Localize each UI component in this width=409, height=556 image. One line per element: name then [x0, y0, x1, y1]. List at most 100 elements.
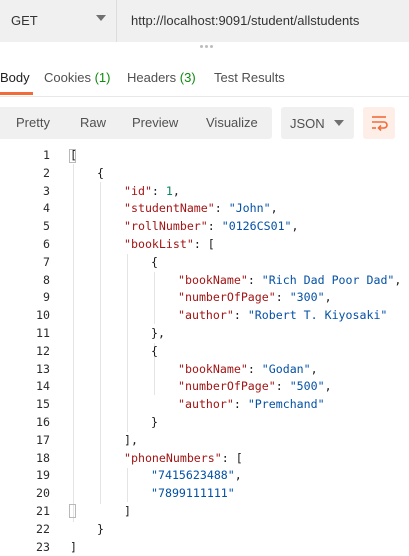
code-line: 13 "bookName": "Godan",: [0, 361, 409, 379]
code-text: {: [97, 165, 104, 183]
line-number: 21: [36, 504, 50, 518]
tab-label: Body: [0, 70, 30, 85]
json-punctuation: ,: [324, 379, 332, 394]
code-text: "bookName": "Godan",: [178, 361, 318, 379]
code-text: "studentName": "John",: [124, 200, 278, 218]
view-visualize-button[interactable]: Visualize: [206, 107, 258, 139]
code-text: "bookList": [: [124, 236, 215, 254]
line-number: 5: [43, 219, 50, 234]
line-number: 7: [43, 254, 50, 269]
wrap-lines-button[interactable]: [363, 107, 395, 139]
json-punctuation: {: [151, 254, 158, 269]
code-line: 14 "numberOfPage": "500",: [0, 378, 409, 396]
code-line: 5 "rollNumber": "0126CS01",: [0, 218, 409, 236]
code-line: 1[: [0, 147, 409, 165]
code-text: {: [151, 343, 158, 361]
json-punctuation: :: [247, 272, 262, 287]
json-punctuation: ]: [70, 539, 77, 554]
response-body-viewer[interactable]: 1[2{3 "id": 1, 4 "studentName": "John", 5 "ro…: [0, 147, 409, 554]
json-punctuation: :: [233, 397, 248, 412]
json-punctuation: :: [214, 201, 229, 216]
json-punctuation: [: [70, 148, 77, 162]
json-punctuation: ,: [172, 183, 180, 198]
code-text: },: [151, 325, 165, 343]
url-input[interactable]: http://localhost:9091/student/allstudent…: [117, 0, 409, 42]
json-key: "bookName": [178, 361, 248, 376]
json-punctuation: : [: [193, 237, 215, 251]
json-string: "Robert T. Kiyosaki": [247, 308, 388, 323]
line-number: 9: [43, 290, 50, 305]
tab-test-results[interactable]: Test Results: [214, 70, 285, 85]
json-key: "numberOfPage": [178, 290, 276, 305]
code-line: 7{: [0, 254, 409, 272]
json-punctuation: }: [151, 415, 158, 429]
code-text: [: [70, 147, 77, 165]
view-raw-button[interactable]: Raw: [80, 107, 106, 139]
json-punctuation: :: [275, 290, 290, 305]
code-line: 3 "id": 1,: [0, 183, 409, 201]
code-line: 4 "studentName": "John",: [0, 200, 409, 218]
json-punctuation: ,: [291, 219, 299, 234]
method-select[interactable]: GET: [0, 0, 117, 42]
json-string: "John": [228, 201, 271, 216]
code-line: 15 "author": "Premchand": [0, 396, 409, 414]
view-preview-button[interactable]: Preview: [132, 107, 178, 139]
json-punctuation: }: [97, 521, 104, 536]
json-key: "author": [178, 308, 234, 323]
json-punctuation: ],: [124, 432, 138, 447]
tab-count: (3): [179, 70, 196, 85]
code-text: "7899111111": [151, 485, 235, 503]
line-number: 23: [36, 539, 50, 554]
code-line: 23]: [0, 539, 409, 556]
json-key: "numberOfPage": [178, 379, 276, 394]
json-punctuation: ,: [324, 290, 332, 305]
json-punctuation: ,: [310, 361, 318, 376]
line-number: 3: [43, 183, 50, 198]
line-number: 17: [36, 432, 50, 447]
code-line: 19 "7415623488",: [0, 467, 409, 485]
line-number: 11: [36, 326, 50, 340]
json-punctuation: :: [151, 183, 166, 198]
line-number: 8: [43, 272, 50, 287]
url-text: http://localhost:9091/student/allstudent…: [131, 13, 360, 28]
json-string: "0126CS01": [221, 219, 292, 234]
json-punctuation: :: [247, 361, 262, 376]
json-punctuation: {: [97, 165, 104, 180]
format-select[interactable]: JSON: [281, 107, 354, 139]
code-text: "bookName": "Rich Dad Poor Dad",: [178, 272, 401, 290]
json-key: "id": [124, 183, 152, 198]
chevron-down-icon: [96, 15, 106, 21]
json-punctuation: },: [151, 326, 165, 340]
tab-count: (1): [94, 70, 111, 85]
view-pretty-button[interactable]: Pretty: [16, 107, 50, 139]
json-punctuation: ,: [234, 468, 242, 483]
response-tabs: Body Cookies (1) Headers (3) Test Result…: [0, 62, 409, 97]
code-line: 17],: [0, 432, 409, 450]
code-text: "7415623488",: [151, 467, 242, 485]
json-string: "Godan": [261, 361, 311, 376]
resize-handle[interactable]: [0, 43, 409, 51]
active-tab-indicator: [0, 92, 33, 95]
chevron-down-icon: [334, 120, 344, 126]
json-key: "studentName": [124, 201, 215, 216]
line-number: 10: [36, 308, 50, 323]
line-number: 15: [36, 397, 50, 412]
code-text: ],: [124, 432, 138, 450]
json-number: 1: [165, 183, 173, 198]
json-punctuation: :: [233, 308, 248, 323]
format-label: JSON: [290, 116, 325, 131]
tab-headers[interactable]: Headers (3): [127, 70, 196, 85]
code-line: 21]: [0, 503, 409, 521]
json-punctuation: :: [275, 379, 290, 394]
code-text: }: [151, 414, 158, 432]
method-label: GET: [11, 13, 38, 28]
tab-cookies[interactable]: Cookies (1): [44, 70, 110, 85]
json-key: "author": [178, 397, 234, 412]
tab-body[interactable]: Body: [0, 70, 30, 85]
json-string: "Rich Dad Poor Dad": [261, 272, 395, 287]
code-line: 20 "7899111111": [0, 485, 409, 503]
code-line: 12 {: [0, 343, 409, 361]
json-string: "7415623488": [151, 468, 235, 483]
json-string: "7899111111": [151, 486, 235, 501]
line-number: 12: [36, 343, 50, 358]
